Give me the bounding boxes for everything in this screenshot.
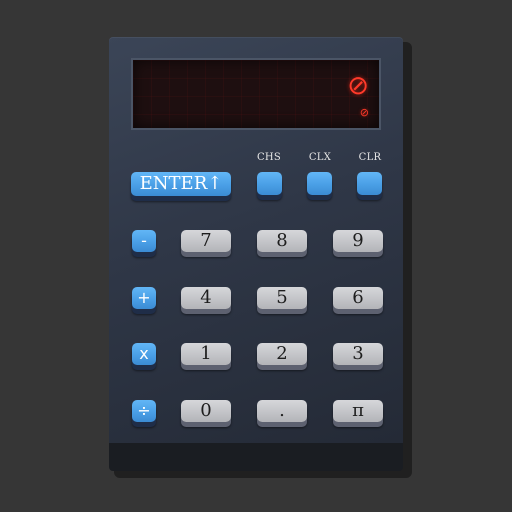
divide-button[interactable]: ÷ bbox=[132, 400, 156, 422]
display-panel: ⊘ ⊘ bbox=[131, 58, 381, 130]
plus-button[interactable]: + bbox=[132, 287, 156, 309]
display-main-readout: ⊘ bbox=[347, 71, 369, 101]
key-8[interactable]: 8 bbox=[257, 230, 307, 252]
key-3[interactable]: 3 bbox=[333, 343, 383, 365]
key-4[interactable]: 4 bbox=[181, 287, 231, 309]
key-9[interactable]: 9 bbox=[333, 230, 383, 252]
enter-button[interactable]: ENTER↑ bbox=[131, 172, 231, 196]
key-5[interactable]: 5 bbox=[257, 287, 307, 309]
key-1[interactable]: 1 bbox=[181, 343, 231, 365]
chs-button[interactable] bbox=[257, 172, 282, 195]
pi-button[interactable]: π bbox=[333, 400, 383, 422]
clr-label: CLR bbox=[358, 152, 382, 163]
key-0[interactable]: 0 bbox=[181, 400, 231, 422]
clx-label: CLX bbox=[308, 152, 332, 163]
chs-label: CHS bbox=[256, 152, 282, 163]
clx-button[interactable] bbox=[307, 172, 332, 195]
multiply-button[interactable]: x bbox=[132, 343, 156, 365]
decimal-button[interactable]: . bbox=[257, 400, 307, 422]
minus-button[interactable]: - bbox=[132, 230, 156, 252]
calculator-base bbox=[109, 443, 403, 471]
display-sub-readout: ⊘ bbox=[359, 106, 369, 119]
key-7[interactable]: 7 bbox=[181, 230, 231, 252]
key-6[interactable]: 6 bbox=[333, 287, 383, 309]
stage: ⊘ ⊘ CHS CLX CLR ENTER↑ - 7 8 9 + 4 5 6 x… bbox=[0, 0, 512, 512]
clr-button[interactable] bbox=[357, 172, 382, 195]
key-2[interactable]: 2 bbox=[257, 343, 307, 365]
